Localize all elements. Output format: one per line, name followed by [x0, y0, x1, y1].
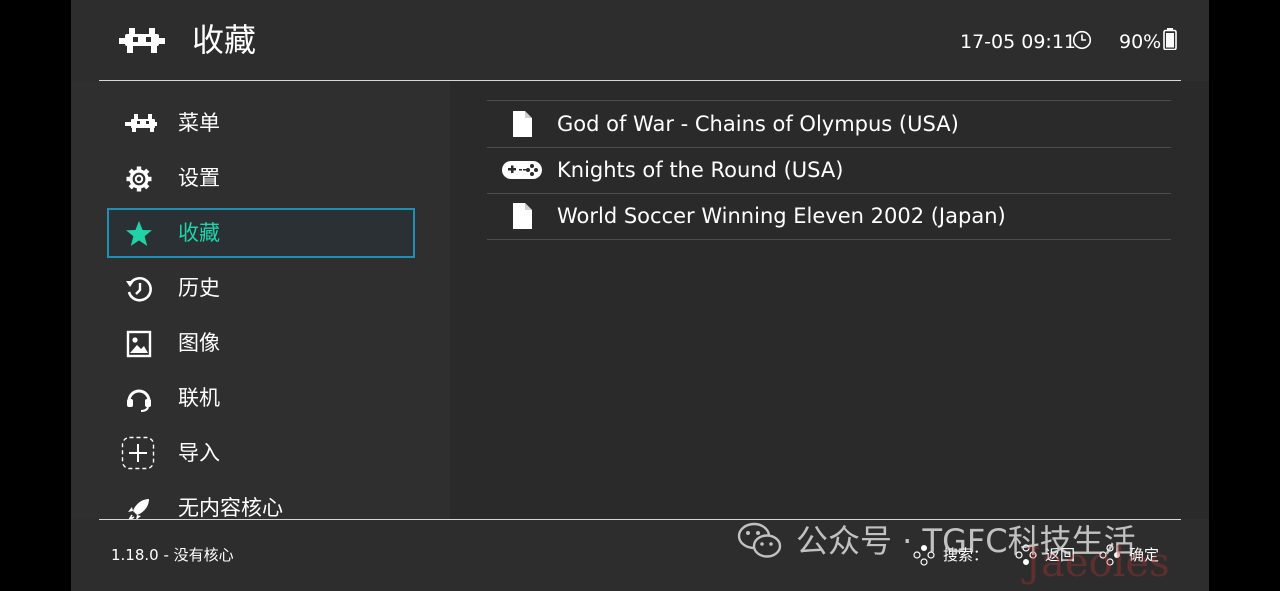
battery-text: 90%	[1119, 31, 1162, 53]
favorites-list: God of War - Chains of Olympus (USA) Kni…	[450, 81, 1209, 519]
sidebar-item-contentless-cores[interactable]: 无内容核心	[107, 483, 415, 519]
sidebar-item-label: 收藏	[178, 221, 220, 245]
sidebar-item-label: 无内容核心	[178, 496, 283, 519]
sidebar-item-netplay[interactable]: 联机	[107, 373, 415, 423]
sidebar-item-label: 图像	[178, 331, 220, 355]
sidebar-item-images[interactable]: 图像	[107, 318, 415, 368]
list-item-label: God of War - Chains of Olympus (USA)	[557, 112, 959, 136]
retroarch-icon	[125, 114, 157, 132]
sidebar-item-label: 导入	[178, 441, 220, 465]
list-item[interactable]: Knights of the Round (USA)	[487, 147, 1171, 194]
header: 收藏 17-05 09:11 90%	[71, 0, 1209, 80]
star-icon	[126, 221, 152, 246]
sidebar-item-label: 设置	[178, 166, 220, 190]
retroarch-window: 收藏 17-05 09:11 90% 菜单 设置 收藏 历史 图像 联机 导入 …	[71, 0, 1209, 591]
list-item-label: World Soccer Winning Eleven 2002 (Japan)	[557, 204, 1006, 228]
page-title: 收藏	[192, 21, 257, 59]
clock-text: 17-05 09:11	[960, 31, 1077, 53]
retroarch-logo-icon	[119, 28, 165, 53]
sidebar: 菜单 设置 收藏 历史 图像 联机 导入 无内容核心	[71, 81, 450, 519]
gamepad-icon	[502, 161, 542, 179]
sidebar-item-label: 菜单	[178, 111, 220, 135]
history-icon	[126, 277, 152, 302]
netplay-icon	[127, 389, 151, 412]
add-icon	[121, 436, 155, 470]
sidebar-item-import[interactable]: 导入	[107, 428, 415, 478]
sidebar-item-label: 历史	[178, 276, 220, 300]
sidebar-item-label: 联机	[178, 386, 220, 410]
file-icon	[513, 111, 532, 137]
list-item[interactable]: World Soccer Winning Eleven 2002 (Japan)	[487, 193, 1171, 240]
image-icon	[126, 330, 152, 358]
sidebar-item-settings[interactable]: 设置	[107, 153, 415, 203]
rocket-icon	[128, 499, 149, 519]
wechat-icon	[737, 522, 782, 558]
watermark-text-secondary: Jaeoles	[1025, 540, 1170, 586]
sidebar-item-main-menu[interactable]: 菜单	[107, 98, 415, 148]
version-text: 1.18.0 - 没有核心	[111, 546, 234, 564]
list-item-label: Knights of the Round (USA)	[557, 158, 844, 182]
clock-icon	[1072, 30, 1092, 50]
gear-icon	[126, 166, 152, 192]
list-item[interactable]: God of War - Chains of Olympus (USA)	[487, 100, 1171, 148]
file-icon	[513, 203, 532, 229]
sidebar-item-history[interactable]: 历史	[107, 263, 415, 313]
battery-icon	[1163, 28, 1177, 50]
sidebar-item-favorites[interactable]: 收藏	[107, 208, 415, 258]
